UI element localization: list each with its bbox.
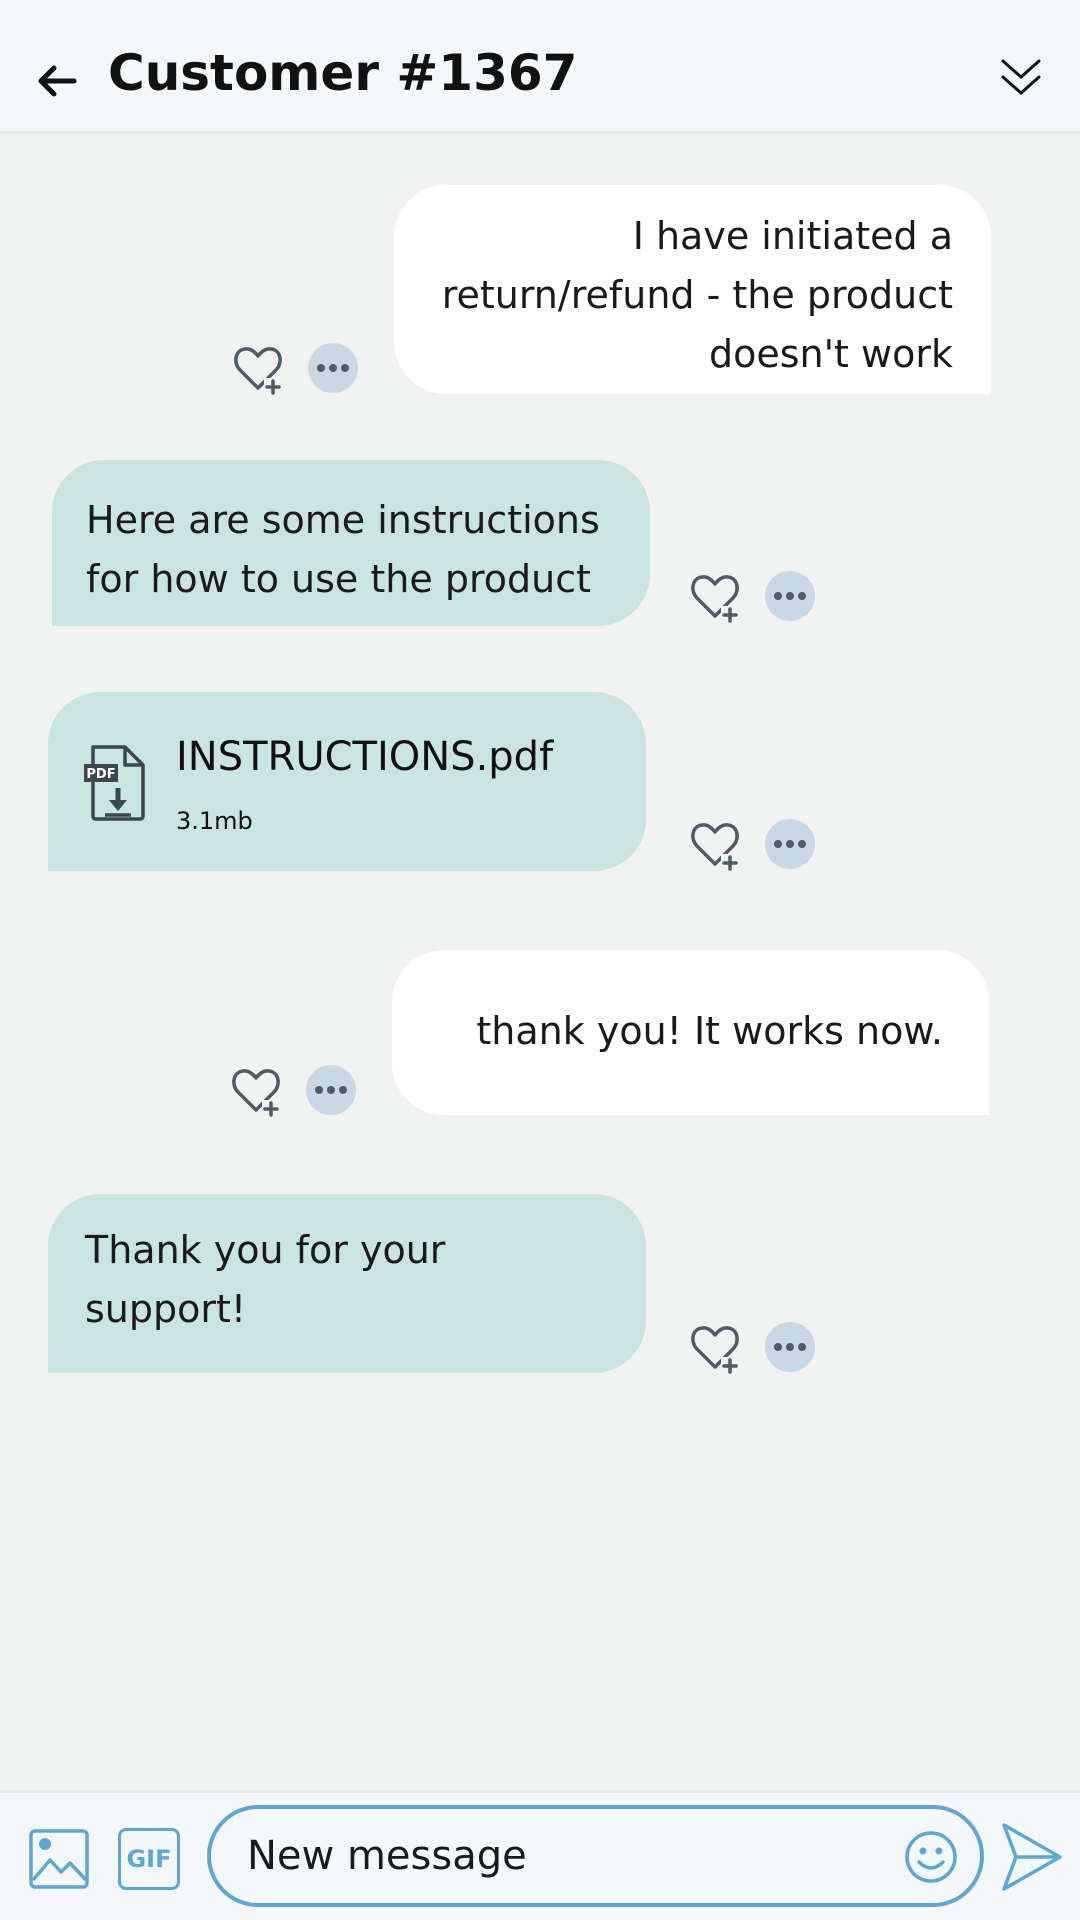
message-text: thank you! It works now. [476, 1009, 943, 1053]
page-title: Customer #1367 [108, 44, 578, 102]
chat-header: Customer #1367 [0, 0, 1080, 134]
file-size: 3.1mb [176, 807, 253, 835]
send-icon[interactable] [1000, 1821, 1064, 1893]
message-text: Thank you for your support! [85, 1228, 446, 1331]
more-dots-icon [317, 364, 349, 372]
more-options-button[interactable] [765, 571, 815, 621]
message-bubble-incoming[interactable]: Here are some instructions for how to us… [52, 460, 650, 626]
message-composer: GIF [0, 1790, 1080, 1920]
more-options-button[interactable] [765, 819, 815, 869]
message-actions [687, 1319, 815, 1375]
more-options-button[interactable] [765, 1322, 815, 1372]
heart-plus-icon[interactable] [230, 340, 286, 396]
file-badge: PDF [86, 767, 115, 782]
file-name[interactable]: INSTRUCTIONS.pdf [176, 732, 553, 782]
image-icon[interactable] [28, 1828, 90, 1890]
pdf-download-icon: PDF [84, 745, 145, 821]
heart-plus-icon[interactable] [687, 568, 743, 624]
double-chevron-down-icon [1001, 59, 1041, 95]
message-input[interactable] [247, 1825, 887, 1887]
message-text: I have initiated a return/refund - the p… [441, 214, 953, 376]
message-bubble-outgoing[interactable]: I have initiated a return/refund - the p… [394, 185, 991, 394]
message-actions [687, 816, 815, 872]
back-button[interactable] [34, 58, 80, 104]
heart-plus-icon[interactable] [228, 1062, 284, 1118]
message-actions [230, 340, 358, 396]
more-dots-icon [774, 840, 806, 848]
message-bubble-outgoing[interactable]: thank you! It works now. [392, 950, 989, 1115]
more-dots-icon [315, 1086, 347, 1094]
message-actions [687, 568, 815, 624]
heart-plus-icon[interactable] [687, 816, 743, 872]
message-actions [228, 1062, 356, 1118]
more-dots-icon [774, 592, 806, 600]
chat-screen: Customer #1367 I have initiated a return… [0, 0, 1080, 1920]
more-dots-icon [774, 1343, 806, 1351]
message-input-container [207, 1805, 984, 1907]
gif-button[interactable]: GIF [118, 1828, 180, 1890]
heart-plus-icon[interactable] [687, 1319, 743, 1375]
message-bubble-incoming[interactable]: Thank you for your support! [48, 1194, 646, 1373]
message-text: Here are some instructions for how to us… [86, 498, 600, 601]
file-attachment-bubble[interactable]: PDF INSTRUCTIONS.pdf 3.1mb [48, 692, 646, 871]
more-options-button[interactable] [308, 343, 358, 393]
collapse-button[interactable] [996, 52, 1046, 102]
smiley-icon[interactable] [903, 1829, 959, 1885]
more-options-button[interactable] [306, 1065, 356, 1115]
arrow-left-icon [38, 65, 77, 97]
